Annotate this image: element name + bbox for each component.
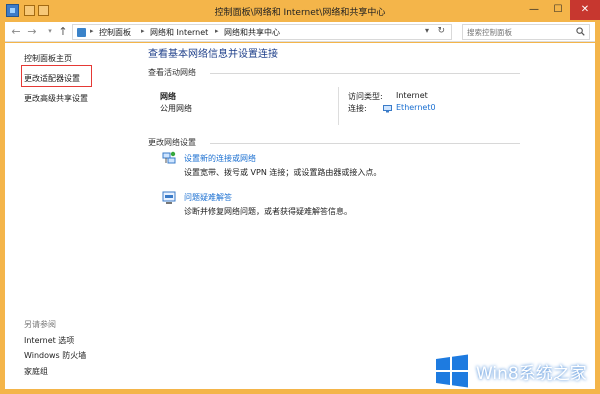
troubleshoot-icon: [162, 191, 176, 204]
breadcrumb-separator: ▸: [90, 27, 94, 35]
setup-new-connection-link[interactable]: 设置新的连接或网络: [184, 153, 256, 164]
page-title: 查看基本网络信息并设置连接: [148, 49, 278, 60]
address-dropdown-icon[interactable]: ▾: [425, 26, 429, 35]
breadcrumb-network-internet[interactable]: 网络和 Internet: [150, 27, 208, 38]
access-type-value: Internet: [396, 91, 428, 100]
window: 控制面板\网络和 Internet\网络和共享中心 — ☐ ✕ ← → ▾ ↑ …: [0, 0, 600, 394]
network-setup-icon: [162, 151, 176, 164]
recent-locations-icon[interactable]: ▾: [43, 24, 57, 39]
active-networks-heading: 查看活动网络: [148, 68, 196, 77]
sidebar-item-windows-firewall[interactable]: Windows 防火墙: [24, 350, 86, 361]
access-type-label: 访问类型:: [348, 92, 383, 101]
sidebar-item-advanced-sharing-settings[interactable]: 更改高级共享设置: [24, 93, 88, 104]
section-divider: [210, 73, 520, 74]
content-area: 控制面板主页 更改适配器设置 更改高级共享设置 另请参阅 Internet 选项…: [5, 43, 595, 389]
breadcrumb-control-panel[interactable]: 控制面板: [99, 27, 131, 38]
search-box: [462, 24, 590, 40]
forward-button[interactable]: →: [25, 24, 39, 39]
ethernet-icon: [383, 105, 392, 113]
close-button[interactable]: ✕: [570, 0, 600, 20]
maximize-button[interactable]: ☐: [546, 0, 570, 20]
network-name: 网络: [160, 92, 176, 101]
watermark: Win8系统之家: [430, 350, 600, 394]
up-button[interactable]: ↑: [56, 24, 70, 39]
title-bar: 控制面板\网络和 Internet\网络和共享中心 — ☐ ✕: [0, 0, 600, 22]
setup-new-connection-description: 设置宽带、拨号或 VPN 连接；或设置路由器或接入点。: [184, 168, 382, 177]
breadcrumb-sharing-center[interactable]: 网络和共享中心: [224, 27, 280, 38]
watermark-text: Win8系统之家: [476, 364, 587, 384]
windows-logo-icon: [436, 354, 468, 388]
minimize-button[interactable]: —: [522, 0, 546, 20]
connections-label: 连接:: [348, 104, 367, 113]
troubleshoot-description: 诊断并修复网络问题，或者获得疑难解答信息。: [184, 207, 352, 216]
navigation-bar: ← → ▾ ↑ ▸ 控制面板 ▸ 网络和 Internet ▸ 网络和共享中心 …: [5, 22, 595, 42]
address-bar[interactable]: ▸ 控制面板 ▸ 网络和 Internet ▸ 网络和共享中心 ▾ ↻: [72, 24, 452, 40]
ethernet-connection-link[interactable]: Ethernet0: [396, 103, 436, 112]
window-title: 控制面板\网络和 Internet\网络和共享中心: [214, 8, 386, 18]
sidebar-item-homegroup[interactable]: 家庭组: [24, 366, 48, 377]
address-control-panel-icon: [77, 28, 86, 37]
breadcrumb-separator: ▸: [215, 27, 219, 35]
troubleshoot-link[interactable]: 问题疑难解答: [184, 192, 232, 203]
see-also-heading: 另请参阅: [24, 320, 56, 329]
back-button[interactable]: ←: [9, 24, 23, 39]
sidebar-item-control-panel-home[interactable]: 控制面板主页: [24, 53, 72, 64]
sidebar-item-change-adapter-settings[interactable]: 更改适配器设置: [24, 73, 80, 84]
main-panel: 查看基本网络信息并设置连接 查看活动网络 网络 公用网络 访问类型: Inter…: [128, 43, 595, 389]
network-type: 公用网络: [160, 104, 192, 113]
vertical-divider: [338, 87, 339, 125]
sidebar: 控制面板主页 更改适配器设置 更改高级共享设置 另请参阅 Internet 选项…: [5, 43, 128, 389]
search-icon[interactable]: [576, 27, 585, 36]
breadcrumb-separator: ▸: [141, 27, 145, 35]
search-input[interactable]: [463, 25, 573, 39]
section-divider: [210, 143, 520, 144]
sidebar-item-internet-options[interactable]: Internet 选项: [24, 335, 74, 346]
change-settings-heading: 更改网络设置: [148, 138, 196, 147]
refresh-button[interactable]: ↻: [437, 26, 445, 36]
